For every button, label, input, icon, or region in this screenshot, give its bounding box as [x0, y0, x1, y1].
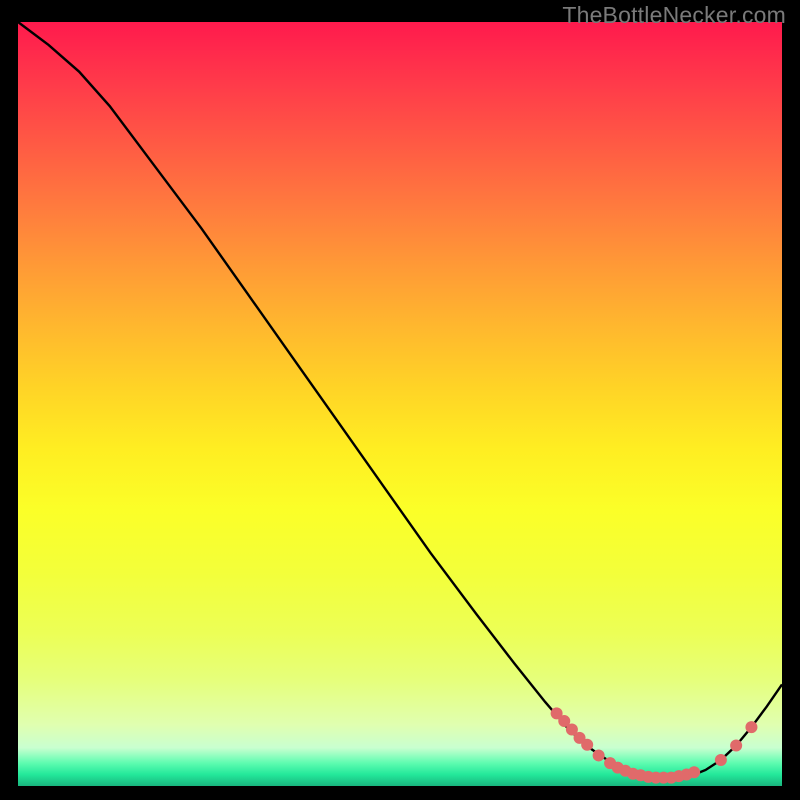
marker-dot [715, 754, 727, 766]
chart-svg [18, 22, 782, 786]
chart-container: TheBottleNecker.com [0, 0, 800, 800]
marker-dot [593, 749, 605, 761]
marker-dots [551, 707, 758, 783]
marker-dot [581, 739, 593, 751]
marker-dot [730, 740, 742, 752]
bottleneck-curve [18, 22, 782, 778]
curve-layer [18, 22, 782, 778]
marker-dot [745, 721, 757, 733]
marker-dot [688, 766, 700, 778]
